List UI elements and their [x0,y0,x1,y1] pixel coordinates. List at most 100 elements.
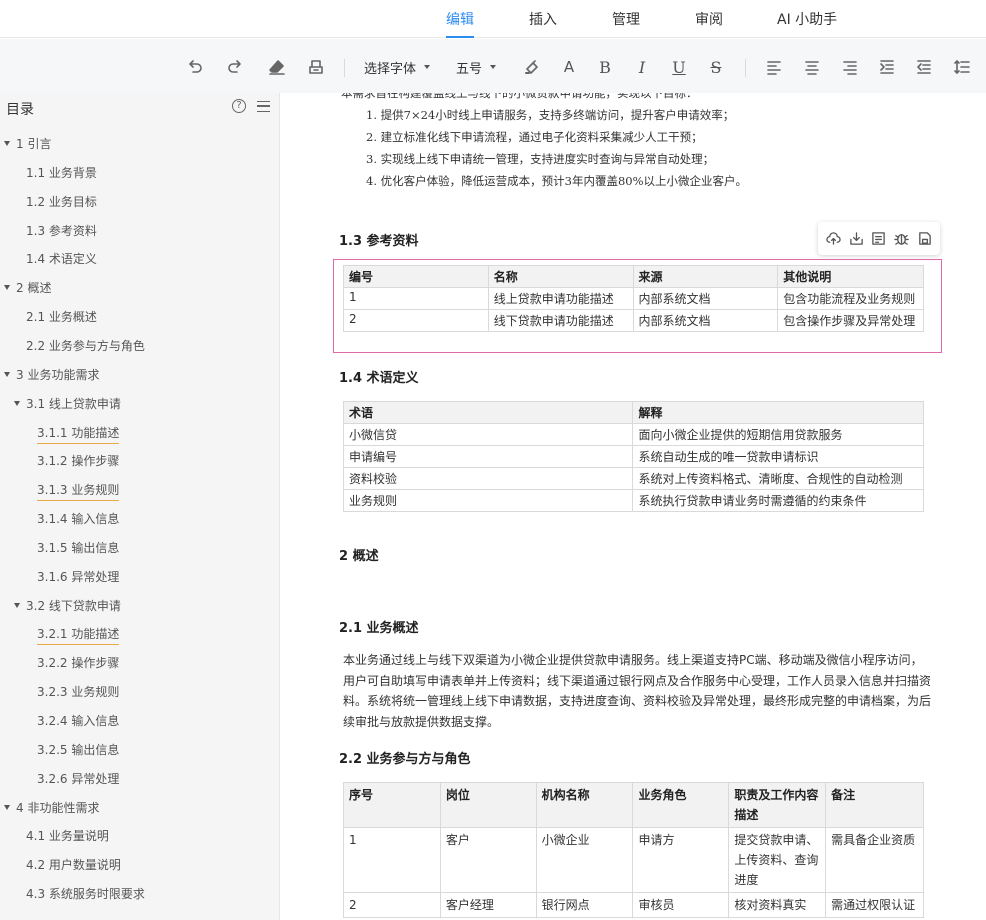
table-cell[interactable]: 1 [343,287,489,310]
font-family-value: 选择字体 [364,61,417,77]
font-family-select[interactable]: 选择字体 [364,56,431,78]
toc-item[interactable]: 3.2.6 异常处理 [37,770,119,787]
table-row: 2 线下贷款申请功能描述 内部系统文档 包含操作步骤及异常处理 [343,309,924,332]
toc-item[interactable]: 3.1.3 业务规则 [37,481,120,502]
terminology-table[interactable]: 术语 解释 小微信贷 面向小微企业提供的短期信用贷款服务 申请编号 系统自动生成的唯一贷款… [342,401,924,512]
caret-down-icon[interactable] [4,371,10,377]
table-cell[interactable]: 系统执行贷款申请业务时需遵循的约束条件 [632,489,924,512]
toc-item[interactable]: 4 非功能性需求 [4,799,99,816]
caret-down-icon[interactable] [4,141,10,146]
align-center-icon[interactable] [802,56,822,78]
table-cell[interactable]: 小微信贷 [342,423,634,446]
align-left-icon[interactable] [764,56,784,78]
indent-decrease-icon[interactable] [914,56,934,78]
toc-item[interactable]: 3.1.4 输入信息 [37,510,119,527]
font-color-button[interactable]: A [560,56,578,78]
table-cell[interactable]: 客户 [439,827,537,893]
toc-item[interactable]: 3.1.5 输出信息 [37,539,119,556]
toc-item[interactable]: 4.1 业务量说明 [26,827,109,844]
caret-down-icon[interactable] [4,285,10,291]
line-spacing-icon[interactable] [952,56,972,78]
caret-down-icon[interactable] [14,602,20,608]
table-cell[interactable]: 包含功能流程及业务规则 [777,287,924,310]
toc-item[interactable]: 3 业务功能需求 [4,366,99,383]
tab-review[interactable]: 审阅 [695,9,723,29]
menu-icon[interactable] [257,101,270,112]
table-cell[interactable]: 提交贷款申请、上传资料、查询进度 [728,827,827,893]
table-cell[interactable]: 申请编号 [342,445,634,468]
table-cell[interactable]: 业务规则 [342,489,634,512]
toc-item[interactable]: 3.2.1 功能描述 [37,625,120,646]
table-cell[interactable]: 1 [343,827,441,893]
save-file-icon[interactable] [916,230,934,248]
goal-item: 2. 建立标准化线下申请流程，通过电子化资料采集减少人工干预； [366,130,703,144]
roles-table[interactable]: 序号 岗位 机构名称 业务角色 职责及工作内容描述 备注 1 客户 小微企业 申请方 提交贷款申请、… [343,782,924,918]
toc-item[interactable]: 4.2 用户数量说明 [26,856,121,873]
table-cell[interactable]: 核对资料真实 [728,892,827,918]
table-row: 申请编号 系统自动生成的唯一贷款申请标识 [342,445,924,468]
table-cell[interactable]: 面向小微企业提供的短期信用贷款服务 [632,423,924,446]
undo-icon[interactable] [185,56,205,78]
format-painter-icon[interactable] [306,56,326,78]
table-cell[interactable]: 客户经理 [439,892,537,918]
toc-item[interactable]: 2 概述 [4,279,51,296]
highlight-icon[interactable] [522,56,542,78]
table-cell[interactable]: 包含操作步骤及异常处理 [777,309,924,332]
toc-item[interactable]: 3.2.3 业务规则 [37,683,119,700]
table-cell[interactable]: 审核员 [632,892,730,918]
document-canvas[interactable]: 本需求旨在构建覆盖线上与线下的小微贷款申请功能，实现以下目标： 1. 提供7×2… [281,93,986,920]
table-cell[interactable]: 内部系统文档 [632,287,779,310]
table-cell[interactable]: 2 [343,892,441,918]
toc-item[interactable]: 3.1.6 异常处理 [37,568,119,585]
toc-item[interactable]: 1.3 参考资料 [26,222,97,239]
font-size-select[interactable]: 五号 [456,56,497,78]
help-icon[interactable]: ? [232,99,246,113]
table-cell[interactable]: 2 [343,309,489,332]
table-cell[interactable]: 内部系统文档 [632,309,779,332]
note-icon[interactable] [870,230,888,248]
table-cell[interactable]: 线下贷款申请功能描述 [487,309,634,332]
toc-item[interactable]: 2.2 业务参与方与角色 [26,337,145,354]
upload-cloud-icon[interactable] [824,230,842,248]
toc-item[interactable]: 1.4 术语定义 [26,250,97,267]
download-icon[interactable] [847,230,865,248]
toc-item[interactable]: 3.2.5 输出信息 [37,741,119,758]
toc-item[interactable]: 1.2 业务目标 [26,193,97,210]
toc-item[interactable]: 3.1.1 功能描述 [37,424,120,444]
reference-table[interactable]: 编号 名称 来源 其他说明 1 线上贷款申请功能描述 内部系统文档 包含功能流程及业务规则 2 线… [343,265,924,332]
bug-icon[interactable] [893,230,911,248]
table-cell[interactable]: 资料校验 [342,467,634,490]
table-cell[interactable]: 银行网点 [535,892,634,918]
table-cell[interactable]: 系统自动生成的唯一贷款申请标识 [632,445,924,468]
indent-increase-icon[interactable] [877,56,897,78]
table-cell[interactable]: 线上贷款申请功能描述 [487,287,634,310]
align-right-icon[interactable] [840,56,860,78]
table-cell[interactable]: 申请方 [632,827,730,893]
table-cell[interactable]: 需通过权限认证 [825,892,924,918]
toc-item[interactable]: 4.3 系统服务时限要求 [26,885,145,902]
toc-item[interactable]: 3.2 线下贷款申请 [14,597,121,614]
toc-item[interactable]: 1 引言 [4,135,51,152]
toc-item[interactable]: 3.1.2 操作步骤 [37,452,119,469]
caret-down-icon[interactable] [14,400,20,406]
strikethrough-button[interactable]: S [707,56,725,78]
tab-manage[interactable]: 管理 [612,9,640,29]
tab-ai-assistant[interactable]: AI 小助手 [777,9,837,29]
tab-edit[interactable]: 编辑 [446,9,474,38]
toc-item[interactable]: 3.1 线上贷款申请 [14,395,121,412]
caret-down-icon[interactable] [4,804,10,810]
toc-item-label: 3.1.1 功能描述 [37,425,120,440]
eraser-icon[interactable] [267,56,287,78]
bold-button[interactable]: B [596,56,614,78]
redo-icon[interactable] [225,56,245,78]
tab-insert[interactable]: 插入 [529,9,557,29]
table-cell[interactable]: 系统对上传资料格式、清晰度、合规性的自动检测 [632,467,924,490]
table-cell[interactable]: 需具备企业资质 [825,827,924,893]
toc-item[interactable]: 3.2.2 操作步骤 [37,654,119,671]
table-cell[interactable]: 小微企业 [535,827,634,893]
toc-item[interactable]: 3.2.4 输入信息 [37,712,119,729]
underline-button[interactable]: U [670,56,688,78]
italic-button[interactable]: I [633,56,651,78]
toc-item[interactable]: 2.1 业务概述 [26,308,97,325]
toc-item[interactable]: 1.1 业务背景 [26,164,97,181]
